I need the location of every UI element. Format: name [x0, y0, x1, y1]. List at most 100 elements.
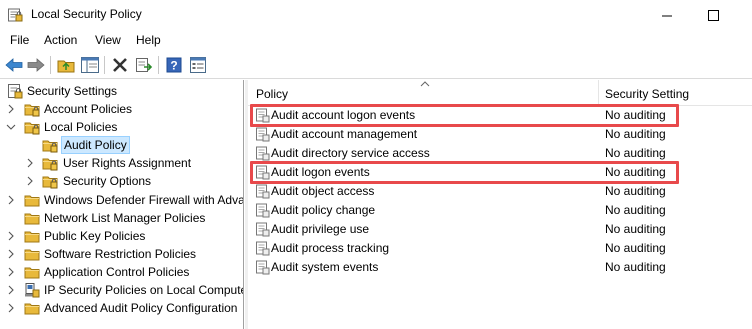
tree-item-label: Security Settings — [27, 84, 118, 98]
table-row[interactable]: Audit privilege use No auditing — [248, 220, 752, 239]
expand-toggle[interactable] — [5, 191, 17, 209]
tree-item-user-rights-assignment[interactable]: User Rights Assignment — [0, 154, 243, 172]
security-policy-app-icon — [8, 8, 23, 22]
tree-item-local-policies[interactable]: Local Policies — [0, 118, 243, 136]
chevron-right-icon — [8, 249, 14, 259]
tree-item-security-options[interactable]: Security Options — [0, 172, 243, 190]
table-row[interactable]: Audit account management No auditing — [248, 125, 752, 144]
policy-folder-icon — [42, 158, 58, 171]
expand-toggle[interactable] — [24, 154, 36, 172]
maximize-button[interactable] — [690, 0, 736, 30]
up-folder-icon — [57, 60, 75, 73]
table-row[interactable]: Audit system events No auditing — [248, 258, 752, 277]
policy-name: Audit account management — [271, 127, 418, 141]
menu-view[interactable]: View — [95, 33, 121, 47]
tree-item-label: Local Policies — [44, 120, 118, 135]
table-row[interactable]: Audit policy change No auditing — [248, 201, 752, 220]
folder-icon — [24, 249, 40, 261]
up-one-level-button[interactable] — [56, 55, 76, 75]
chevron-right-icon — [8, 195, 14, 204]
expand-toggle[interactable] — [5, 227, 17, 245]
chevron-right-icon — [8, 303, 14, 313]
audit-policy-item-icon — [256, 241, 270, 256]
delete-button[interactable] — [110, 55, 130, 75]
tree-item-account-policies[interactable]: Account Policies — [0, 100, 243, 118]
policy-name: Audit process tracking — [271, 241, 390, 255]
show-hide-console-tree-button[interactable] — [80, 55, 100, 75]
properties-button[interactable] — [188, 55, 208, 75]
expand-toggle[interactable] — [5, 245, 17, 263]
security-setting-value: No auditing — [605, 241, 666, 255]
ip-security-policy-icon — [25, 283, 40, 298]
tree-item-label: Network List Manager Policies — [44, 210, 206, 225]
column-header-security-setting[interactable]: Security Setting — [599, 80, 752, 106]
maximize-icon — [707, 9, 719, 21]
highlight-box — [250, 104, 679, 127]
tree-item-label: Security Options — [63, 174, 152, 189]
menu-bar: File Action View Help — [0, 30, 752, 50]
tree-item-network-list-manager-policies[interactable]: Network List Manager Policies — [0, 209, 243, 227]
tree-item-application-control-policies[interactable]: Application Control Policies — [0, 263, 243, 281]
back-arrow-icon — [5, 58, 23, 72]
tree-item-ip-security-policies-on-local-compute[interactable]: IP Security Policies on Local Compute — [0, 281, 244, 299]
export-list-icon — [136, 58, 153, 72]
highlight-box — [250, 161, 679, 184]
menu-help[interactable]: Help — [136, 33, 161, 47]
policy-name: Audit privilege use — [271, 222, 370, 236]
folder-icon — [24, 195, 40, 206]
policy-name: Audit policy change — [271, 203, 376, 217]
expand-toggle[interactable] — [5, 299, 17, 317]
back-button[interactable] — [4, 55, 24, 75]
table-row[interactable]: Audit process tracking No auditing — [248, 239, 752, 258]
audit-policy-item-icon — [256, 260, 270, 275]
tree-item-label: User Rights Assignment — [63, 156, 192, 171]
expand-toggle[interactable] — [24, 172, 36, 190]
title-bar: Local Security Policy — [0, 0, 752, 30]
tree-item-advanced-audit-policy-configuration[interactable]: Advanced Audit Policy Configuration — [0, 299, 243, 317]
tree-item-label: Account Policies — [44, 102, 133, 116]
audit-policy-item-icon — [256, 127, 270, 142]
audit-policy-item-icon — [256, 146, 270, 161]
chevron-right-icon — [8, 104, 14, 114]
forward-arrow-icon — [27, 58, 45, 72]
policy-folder-icon — [42, 140, 58, 153]
chevron-right-icon — [8, 267, 14, 277]
export-list-button[interactable] — [134, 55, 154, 75]
tree-root-security-settings[interactable]: Security Settings — [0, 82, 243, 100]
chevron-down-icon — [6, 124, 16, 130]
table-row[interactable]: Audit object access No auditing — [248, 182, 752, 201]
expand-toggle[interactable] — [5, 281, 17, 299]
menu-action[interactable]: Action — [44, 33, 77, 47]
minimize-button[interactable] — [644, 0, 690, 30]
tree-item-audit-policy[interactable]: Audit Policy — [0, 136, 243, 155]
delete-icon — [113, 58, 127, 72]
column-header-policy[interactable]: Policy — [250, 80, 596, 106]
chevron-right-icon — [8, 231, 14, 241]
chevron-right-icon — [8, 285, 14, 295]
tree-item-label: Public Key Policies — [44, 228, 146, 243]
security-settings-icon — [8, 84, 23, 99]
help-button[interactable]: ? — [164, 55, 184, 75]
tree-item-label: IP Security Policies on Local Compute — [44, 283, 244, 297]
tree-item-windows-defender-firewall-with-adva[interactable]: Windows Defender Firewall with Adva — [0, 191, 243, 209]
minimize-icon — [661, 15, 672, 16]
tree-item-software-restriction-policies[interactable]: Software Restriction Policies — [0, 245, 243, 263]
tree-item-label: Advanced Audit Policy Configuration — [44, 301, 238, 316]
list-header: Policy Security Setting — [248, 80, 752, 106]
policy-folder-icon — [24, 122, 40, 135]
tree-item-label: Software Restriction Policies — [44, 246, 197, 261]
tree-item-public-key-policies[interactable]: Public Key Policies — [0, 227, 243, 245]
properties-icon — [190, 57, 206, 73]
window-title: Local Security Policy — [31, 7, 142, 21]
policy-name: Audit object access — [271, 184, 375, 198]
chevron-right-icon — [27, 177, 33, 186]
help-icon: ? — [166, 57, 182, 73]
forward-button[interactable] — [26, 55, 46, 75]
expand-toggle[interactable] — [5, 263, 17, 281]
details-pane: Policy Security Setting Audit account lo… — [248, 80, 752, 329]
expand-toggle[interactable] — [5, 100, 17, 118]
security-setting-value: No auditing — [605, 222, 666, 236]
menu-file[interactable]: File — [10, 33, 29, 47]
policy-folder-icon — [24, 104, 40, 117]
collapse-toggle[interactable] — [5, 118, 17, 136]
